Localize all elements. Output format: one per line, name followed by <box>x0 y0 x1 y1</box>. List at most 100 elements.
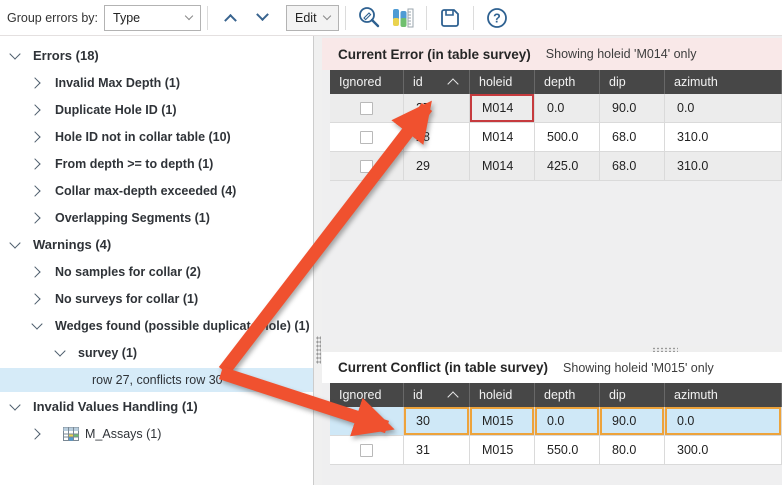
current-error-title-bar: Current Error (in table survey) Showing … <box>322 38 782 70</box>
ignored-checkbox[interactable] <box>360 415 373 428</box>
tree-item-wedges-found[interactable]: Wedges found (possible duplicate hole) (… <box>0 312 313 339</box>
tree-item-overlapping-segments[interactable]: Overlapping Segments (1) <box>0 204 313 231</box>
ignored-checkbox[interactable] <box>360 160 373 173</box>
tree-item-from-depth[interactable]: From depth >= to depth (1) <box>0 150 313 177</box>
chevron-down-icon[interactable] <box>30 319 44 333</box>
chevron-down-icon[interactable] <box>8 400 22 414</box>
holeid-cell[interactable]: M015 <box>470 436 535 464</box>
tree-item-duplicate-hole-id[interactable]: Duplicate Hole ID (1) <box>0 96 313 123</box>
tree-item-label: Invalid Values Handling (1) <box>33 399 198 414</box>
ignored-cell <box>330 152 404 180</box>
column-header-depth[interactable]: depth <box>535 70 600 94</box>
chevron-down-icon[interactable] <box>8 49 22 63</box>
column-header-dip[interactable]: dip <box>600 383 665 407</box>
id-cell-conflict[interactable]: 30 <box>404 407 470 435</box>
table-row[interactable]: 31 M015 550.0 80.0 300.0 <box>330 436 782 465</box>
help-button[interactable]: ? <box>480 3 514 33</box>
chevron-down-icon[interactable] <box>53 346 67 360</box>
holeid-cell[interactable]: M014 <box>470 152 535 180</box>
pane-title: Current Conflict (in table survey) <box>338 360 548 375</box>
chevron-right-icon[interactable] <box>30 157 44 171</box>
depth-cell-conflict[interactable]: 0.0 <box>535 407 600 435</box>
holeid-cell-error-flagged[interactable]: M014 <box>470 94 535 122</box>
column-header-holeid[interactable]: holeid <box>470 70 535 94</box>
group-by-dropdown[interactable]: Type <box>104 5 201 31</box>
depth-cell[interactable]: 425.0 <box>535 152 600 180</box>
chevron-right-icon[interactable] <box>30 265 44 279</box>
chevron-right-icon[interactable] <box>30 103 44 117</box>
tree-item-warnings[interactable]: Warnings (4) <box>0 231 313 258</box>
column-header-azimuth[interactable]: azimuth <box>665 70 782 94</box>
dip-cell[interactable]: 68.0 <box>600 123 665 151</box>
column-header-ignored[interactable]: Ignored <box>330 383 404 407</box>
dip-cell[interactable]: 90.0 <box>600 94 665 122</box>
ignored-checkbox[interactable] <box>360 131 373 144</box>
column-header-id[interactable]: id <box>404 70 470 94</box>
tree-item-m-assays[interactable]: M_Assays (1) <box>0 420 313 447</box>
holeid-cell-conflict[interactable]: M015 <box>470 407 535 435</box>
chevron-right-icon[interactable] <box>30 184 44 198</box>
column-header-ignored[interactable]: Ignored <box>330 70 404 94</box>
tree-item-no-surveys[interactable]: No surveys for collar (1) <box>0 285 313 312</box>
column-header-holeid[interactable]: holeid <box>470 383 535 407</box>
tree-item-label: M_Assays (1) <box>85 427 161 441</box>
edit-dropdown-button[interactable]: Edit <box>286 5 339 31</box>
current-error-pane: Current Error (in table survey) Showing … <box>322 36 782 346</box>
column-header-depth[interactable]: depth <box>535 383 600 407</box>
group-by-value: Type <box>113 11 140 25</box>
azimuth-cell[interactable]: 0.0 <box>665 94 782 122</box>
dip-cell[interactable]: 68.0 <box>600 152 665 180</box>
tree-item-label: Collar max-depth exceeded (4) <box>55 184 236 198</box>
column-header-azimuth[interactable]: azimuth <box>665 383 782 407</box>
chevron-right-icon[interactable] <box>30 427 44 441</box>
current-conflict-title-bar: Current Conflict (in table survey) Showi… <box>322 352 782 383</box>
table-row-selected[interactable]: 30 M015 0.0 90.0 0.0 <box>330 407 782 436</box>
chevron-right-icon[interactable] <box>30 76 44 90</box>
tree-item-collar-max-depth[interactable]: Collar max-depth exceeded (4) <box>0 177 313 204</box>
tree-item-invalid-values-handling[interactable]: Invalid Values Handling (1) <box>0 393 313 420</box>
vertical-splitter[interactable] <box>314 36 322 485</box>
azimuth-cell[interactable]: 300.0 <box>665 436 782 464</box>
tree-item-label: Duplicate Hole ID (1) <box>55 103 177 117</box>
ignored-checkbox[interactable] <box>360 102 373 115</box>
tree-item-errors[interactable]: Errors (18) <box>0 42 313 69</box>
depth-cell[interactable]: 500.0 <box>535 123 600 151</box>
next-error-button[interactable] <box>246 4 278 32</box>
interval-ranges-button[interactable] <box>386 3 420 33</box>
find-edit-icon <box>356 5 382 31</box>
holeid-cell[interactable]: M014 <box>470 123 535 151</box>
tree-item-hole-id-not-in-collar[interactable]: Hole ID not in collar table (10) <box>0 123 313 150</box>
dip-cell[interactable]: 80.0 <box>600 436 665 464</box>
ignored-cell <box>330 407 404 435</box>
tree-item-invalid-max-depth[interactable]: Invalid Max Depth (1) <box>0 69 313 96</box>
id-cell[interactable]: 28 <box>404 123 470 151</box>
sort-ascending-icon <box>447 78 458 89</box>
depth-cell[interactable]: 550.0 <box>535 436 600 464</box>
depth-cell[interactable]: 0.0 <box>535 94 600 122</box>
chevron-down-icon <box>256 8 269 21</box>
azimuth-cell[interactable]: 310.0 <box>665 123 782 151</box>
id-cell[interactable]: 31 <box>404 436 470 464</box>
ignored-checkbox[interactable] <box>360 444 373 457</box>
chevron-right-icon[interactable] <box>30 292 44 306</box>
find-edit-button[interactable] <box>352 3 386 33</box>
tree-item-no-samples[interactable]: No samples for collar (2) <box>0 258 313 285</box>
save-button[interactable] <box>433 3 467 33</box>
tree-item-row27-conflict[interactable]: row 27, conflicts row 30 <box>0 368 313 392</box>
table-row[interactable]: 28 M014 500.0 68.0 310.0 <box>330 123 782 152</box>
table-row[interactable]: 27 M014 0.0 90.0 0.0 <box>330 94 782 123</box>
previous-error-button[interactable] <box>214 4 246 32</box>
chevron-right-icon[interactable] <box>30 211 44 225</box>
tree-item-survey[interactable]: survey (1) <box>0 339 313 366</box>
column-header-id[interactable]: id <box>404 383 470 407</box>
chevron-down-icon[interactable] <box>8 238 22 252</box>
dip-cell-conflict[interactable]: 90.0 <box>600 407 665 435</box>
id-cell[interactable]: 27 <box>404 94 470 122</box>
id-cell[interactable]: 29 <box>404 152 470 180</box>
column-header-dip[interactable]: dip <box>600 70 665 94</box>
azimuth-cell[interactable]: 310.0 <box>665 152 782 180</box>
table-row[interactable]: 29 M014 425.0 68.0 310.0 <box>330 152 782 181</box>
toolbar: Group errors by: Type Edit <box>0 0 782 36</box>
chevron-right-icon[interactable] <box>30 130 44 144</box>
azimuth-cell-conflict[interactable]: 0.0 <box>665 407 782 435</box>
